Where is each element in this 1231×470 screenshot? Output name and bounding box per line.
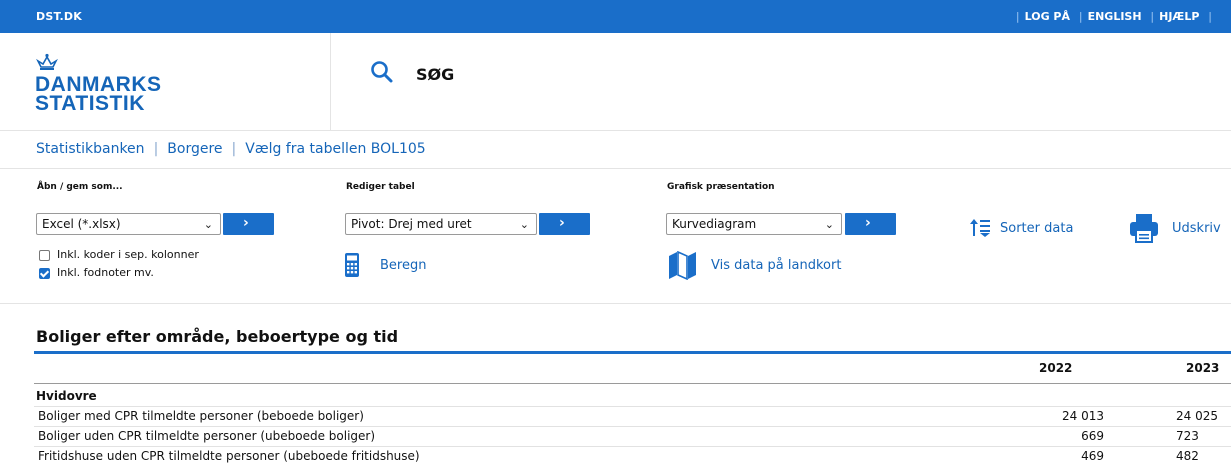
table-title: Boliger efter område, beboertype og tid	[36, 327, 399, 346]
format-select-value: Excel (*.xlsx)	[42, 217, 121, 231]
breadcrumb-statistikbanken[interactable]: Statistikbanken	[36, 141, 145, 157]
header-divider	[330, 33, 331, 130]
map-link[interactable]: Vis data på landkort	[711, 258, 841, 273]
chevron-down-icon: ⌄	[203, 218, 213, 231]
go-arrow: ›	[243, 215, 249, 231]
search-label: SØG	[416, 65, 455, 84]
calculate-link[interactable]: Beregn	[380, 258, 426, 273]
go-arrow: ›	[865, 215, 871, 231]
logo-text: DANMARKS STATISTIK	[35, 74, 162, 115]
cell-value: 469	[1081, 449, 1104, 463]
breadcrumb: Statistikbanken | Borgere | Vælg fra tabelle…	[36, 141, 426, 157]
map-icon	[669, 251, 696, 280]
include-codes-checkbox[interactable]	[39, 250, 50, 261]
table-row: Boliger uden CPR tilmeldte personer (ube…	[34, 426, 1231, 446]
chart-type-select-value: Kurvediagram	[672, 217, 757, 231]
edit-table-go-button[interactable]: ›	[539, 213, 590, 235]
open-save-go-button[interactable]: ›	[223, 213, 274, 235]
search-icon	[371, 61, 393, 83]
crown-icon	[36, 53, 58, 70]
region-label: Hvidovre	[36, 389, 97, 403]
cell-value: 482	[1176, 449, 1199, 463]
top-links: | LOG PÅ | ENGLISH | HJÆLP |	[1015, 10, 1212, 23]
login-link[interactable]: LOG PÅ	[1025, 10, 1070, 23]
toolbar-divider	[0, 168, 1231, 169]
logo-line-2: STATISTIK	[35, 92, 145, 115]
header-rule	[34, 383, 1231, 384]
table-top-rule	[34, 351, 1231, 354]
open-save-label: Åbn / gem som...	[37, 182, 123, 192]
help-link[interactable]: HJÆLP	[1159, 10, 1199, 23]
cell-value: 723	[1176, 429, 1199, 443]
edit-table-label: Rediger tabel	[346, 182, 415, 192]
calculator-icon	[345, 253, 359, 277]
print-button[interactable]: Udskriv	[1172, 221, 1221, 236]
site-link[interactable]: DST.DK	[36, 10, 82, 23]
table-row: Fritidshuse uden CPR tilmeldte personer …	[34, 446, 1231, 466]
column-header-year: 2023	[1186, 361, 1220, 375]
row-label: Boliger uden CPR tilmeldte personer (ube…	[38, 429, 376, 443]
breadcrumb-borgere[interactable]: Borgere	[167, 141, 222, 157]
chevron-down-icon: ⌄	[519, 218, 529, 231]
row-label: Fritidshuse uden CPR tilmeldte personer …	[38, 449, 420, 463]
cell-value: 24 025	[1176, 409, 1218, 423]
table-row: Boliger med CPR tilmeldte personer (bebo…	[34, 406, 1231, 426]
header: DANMARKS STATISTIK	[0, 33, 1231, 131]
include-codes-label: Inkl. koder i sep. kolonner	[57, 248, 199, 261]
pivot-select-value: Pivot: Drej med uret	[351, 217, 472, 231]
include-footnotes-label: Inkl. fodnoter mv.	[57, 266, 154, 279]
format-select[interactable]: Excel (*.xlsx) ⌄	[36, 213, 221, 235]
chart-type-select[interactable]: Kurvediagram ⌄	[666, 213, 842, 235]
chevron-down-icon: ⌄	[824, 218, 834, 231]
pivot-select[interactable]: Pivot: Drej med uret ⌄	[345, 213, 537, 235]
sort-data-button[interactable]: Sorter data	[1000, 221, 1073, 236]
go-arrow: ›	[559, 215, 565, 231]
english-link[interactable]: ENGLISH	[1088, 10, 1142, 23]
sort-icon	[970, 219, 990, 237]
graphic-go-button[interactable]: ›	[845, 213, 896, 235]
top-bar: DST.DK | LOG PÅ | ENGLISH | HJÆLP |	[0, 0, 1231, 33]
row-label: Boliger med CPR tilmeldte personer (bebo…	[38, 409, 364, 423]
include-footnotes-checkbox[interactable]	[39, 268, 50, 279]
cell-value: 24 013	[1062, 409, 1104, 423]
graphic-label: Grafisk præsentation	[667, 182, 775, 192]
column-header-year: 2022	[1039, 361, 1073, 375]
breadcrumb-current[interactable]: Vælg fra tabellen BOL105	[245, 141, 425, 157]
printer-icon	[1130, 214, 1158, 243]
content-divider	[0, 303, 1231, 304]
cell-value: 669	[1081, 429, 1104, 443]
logo[interactable]: DANMARKS STATISTIK	[35, 53, 235, 128]
